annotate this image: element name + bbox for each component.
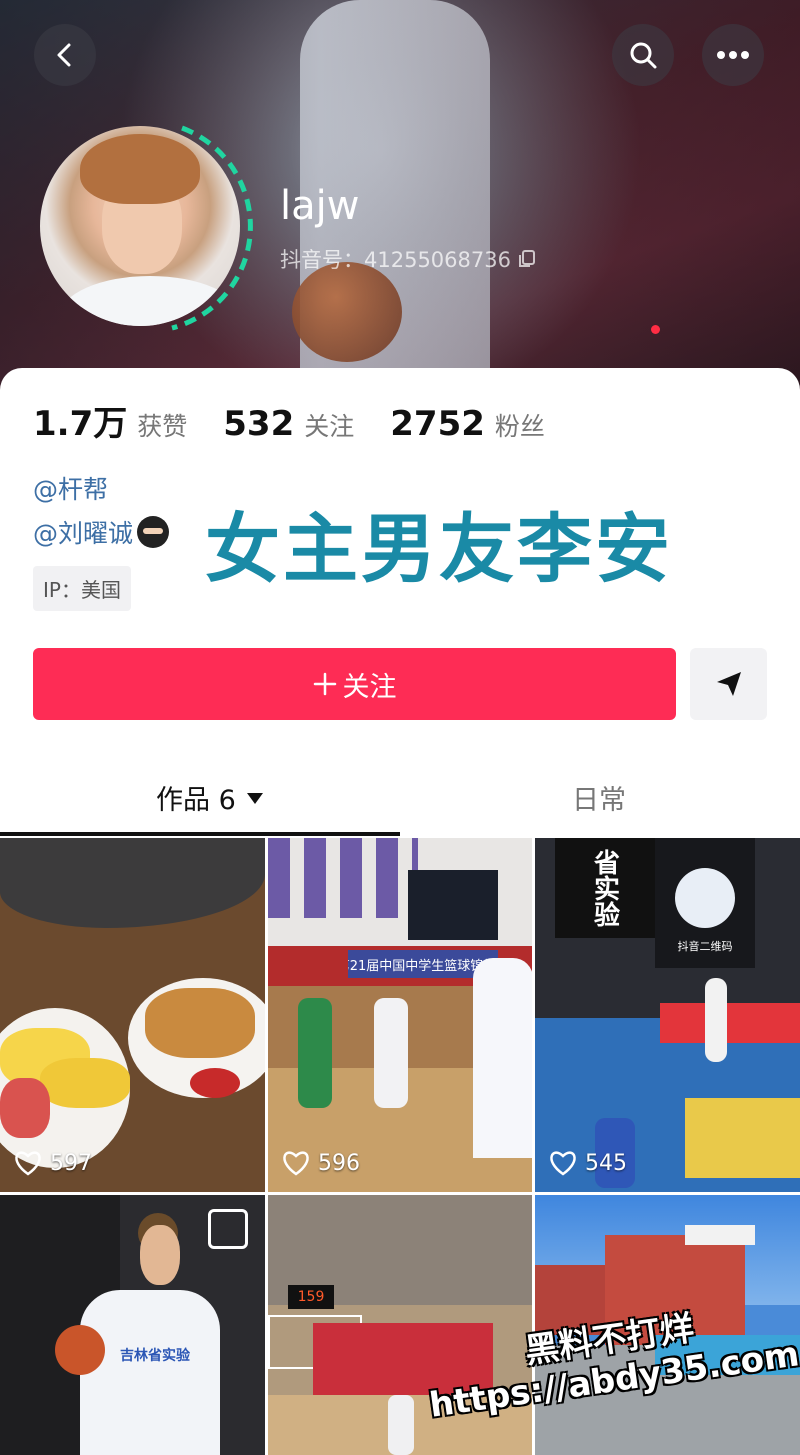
followers-count[interactable]: 2752 — [390, 404, 485, 444]
banner-sign-2: 抖音二维码 — [677, 940, 733, 953]
send-icon — [716, 672, 741, 696]
video-2-like-count: 596 — [318, 1150, 360, 1176]
search-button[interactable] — [612, 24, 674, 86]
video-1-likes: 597 — [14, 1150, 92, 1176]
search-icon — [630, 42, 657, 69]
likes-count: 1.7万 — [33, 404, 128, 444]
avatar[interactable] — [36, 122, 253, 336]
tab-active-indicator — [0, 832, 400, 836]
back-button[interactable] — [34, 24, 96, 86]
video-thumb-1[interactable]: 597 — [0, 838, 265, 1192]
profile-header-background: lajw 抖音号：41255068736 — [0, 0, 800, 400]
multi-image-icon — [208, 1209, 248, 1249]
tab-daily[interactable]: 日常 — [572, 778, 626, 817]
overlay-caption: 女主男友李安 — [205, 505, 674, 593]
plus-icon — [313, 672, 336, 696]
shot-clock: 159 — [288, 1285, 334, 1309]
stats-row: 1.7万 获赞 532 关注 2752 粉丝 — [33, 396, 581, 445]
heart-outline-icon — [550, 1151, 576, 1176]
avatar-image — [40, 126, 240, 326]
follow-button-label: 关注 — [342, 671, 397, 703]
tab-works-label: 作品 6 — [156, 785, 236, 816]
back-arrow-icon — [57, 43, 71, 67]
likes-label: 获赞 — [137, 412, 188, 441]
heart-outline-icon — [15, 1151, 41, 1176]
followers-label[interactable]: 粉丝 — [495, 407, 545, 443]
heart-outline-icon — [283, 1151, 309, 1176]
bio-mention-2-row[interactable]: @刘曜诚 — [33, 514, 170, 550]
profile-card: 1.7万 获赞 532 关注 2752 粉丝 @杆帮 @刘曜诚 IP：美国 女主… — [0, 368, 800, 838]
bio-mention-2[interactable]: @刘曜诚 — [33, 514, 133, 550]
video-thumb-3[interactable]: 省实验 抖音二维码 545 — [535, 838, 800, 1192]
bio-mention-1[interactable]: @杆帮 — [33, 470, 108, 506]
account-id-text: 抖音号：41255068736 — [280, 248, 511, 272]
video-2-likes: 596 — [282, 1150, 360, 1176]
username: lajw — [280, 183, 360, 229]
video-1-like-count: 597 — [50, 1150, 92, 1176]
account-id[interactable]: 抖音号：41255068736 — [280, 244, 537, 274]
site-watermark: 黑料不打烊 https://abdy35.com — [427, 1308, 800, 1432]
follow-button[interactable]: 关注 — [33, 648, 676, 720]
ip-location-badge: IP：美国 — [33, 566, 131, 611]
copy-icon[interactable] — [517, 249, 537, 269]
more-dots-icon — [717, 51, 749, 59]
following-count[interactable]: 532 — [223, 404, 294, 444]
video-thumb-4[interactable]: 吉林省实验 — [0, 1195, 265, 1455]
more-button[interactable] — [702, 24, 764, 86]
banner-sign-1: 省实验 — [555, 838, 655, 938]
jersey-text: 吉林省实验 — [120, 1348, 190, 1364]
video-thumb-2[interactable]: 第21届中国中学生篮球锦标赛 596 — [268, 838, 532, 1192]
dropdown-triangle-icon — [246, 792, 263, 804]
notification-dot — [651, 325, 660, 334]
video-3-like-count: 545 — [585, 1150, 627, 1176]
share-button[interactable] — [690, 648, 767, 720]
ninja-emoji-icon — [137, 516, 170, 548]
tab-works[interactable]: 作品 6 — [156, 778, 264, 817]
video-3-likes: 545 — [549, 1150, 627, 1176]
following-label[interactable]: 关注 — [304, 407, 354, 443]
